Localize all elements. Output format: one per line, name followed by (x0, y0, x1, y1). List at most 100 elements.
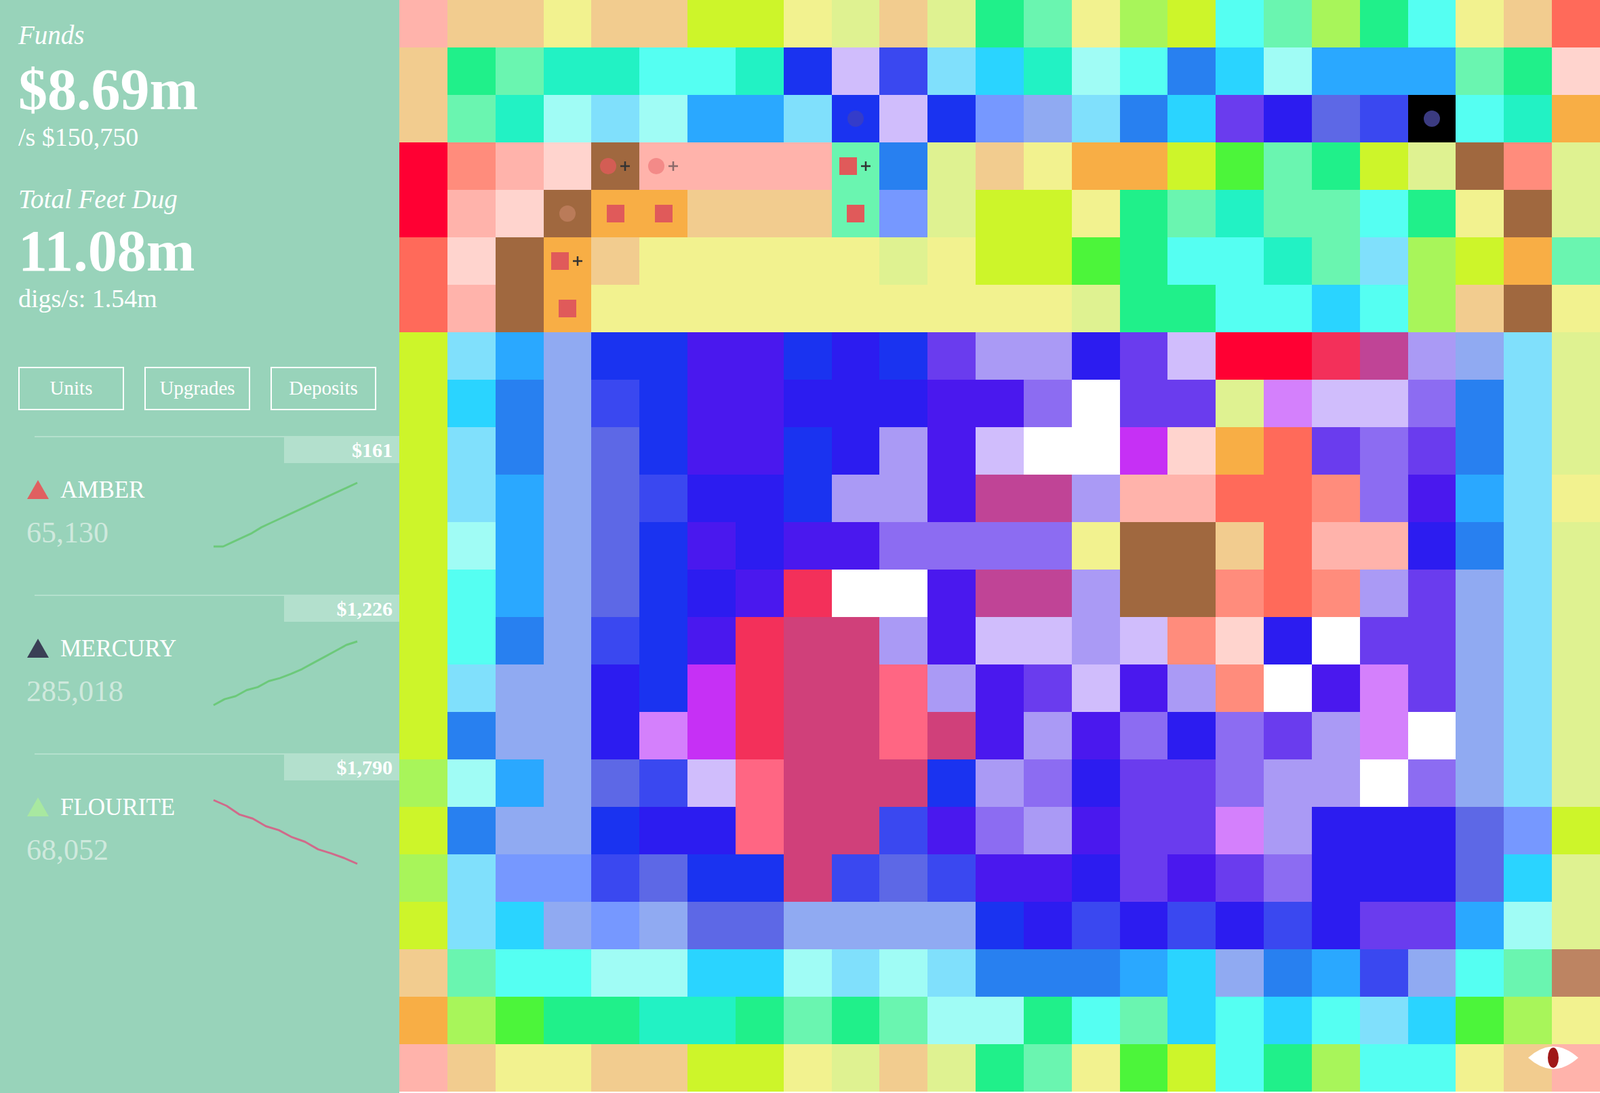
map-tile[interactable] (1120, 0, 1169, 48)
unit-dot[interactable] (600, 157, 617, 175)
map-tile[interactable] (1503, 379, 1552, 428)
map-tile[interactable] (591, 94, 640, 143)
map-tile[interactable] (879, 0, 928, 48)
map-tile[interactable] (1551, 189, 1600, 238)
map-tile[interactable] (1120, 616, 1169, 665)
map-tile[interactable] (1215, 664, 1264, 712)
map-tile[interactable] (591, 854, 640, 902)
map-tile[interactable] (1071, 427, 1120, 475)
map-tile[interactable] (1311, 1044, 1360, 1092)
map-tile[interactable] (1071, 0, 1120, 48)
map-tile[interactable] (1071, 806, 1120, 855)
map-tile[interactable] (639, 284, 688, 333)
map-tile[interactable] (639, 759, 688, 807)
map-tile[interactable] (495, 996, 544, 1045)
map-tile[interactable] (1023, 901, 1072, 950)
map-tile[interactable] (1408, 474, 1457, 523)
map-tile[interactable] (1215, 0, 1264, 48)
unit-dot[interactable] (1423, 110, 1440, 127)
map-tile[interactable] (1408, 949, 1457, 997)
map-tile[interactable] (879, 474, 928, 523)
map-tile[interactable] (399, 427, 448, 475)
map-tile[interactable] (1408, 142, 1457, 190)
map-tile[interactable] (1120, 522, 1169, 570)
map-tile[interactable] (1263, 569, 1312, 617)
map-tile[interactable] (1408, 806, 1457, 855)
map-tile[interactable] (1023, 996, 1072, 1045)
map-tile[interactable] (1551, 237, 1600, 285)
map-tile[interactable] (399, 901, 448, 950)
map-tile[interactable] (1120, 189, 1169, 238)
map-tile[interactable] (1360, 474, 1409, 523)
map-tile[interactable] (1023, 711, 1072, 760)
map-tile[interactable] (639, 427, 688, 475)
map-tile[interactable] (1023, 806, 1072, 855)
map-tile[interactable] (1360, 949, 1409, 997)
map-tile[interactable] (1360, 569, 1409, 617)
map-tile[interactable] (1503, 189, 1552, 238)
map-tile[interactable] (927, 949, 976, 997)
map-tile[interactable] (447, 237, 496, 285)
map-tile[interactable] (639, 474, 688, 523)
map-tile[interactable] (1263, 189, 1312, 238)
map-tile[interactable] (1023, 474, 1072, 523)
map-tile[interactable] (687, 616, 736, 665)
map-tile[interactable] (735, 142, 784, 190)
map-tile[interactable] (447, 94, 496, 143)
map-tile[interactable] (1311, 854, 1360, 902)
map-tile[interactable] (639, 569, 688, 617)
map-tile[interactable] (591, 996, 640, 1045)
map-tile[interactable] (1071, 1044, 1120, 1092)
map-tile[interactable] (1263, 379, 1312, 428)
map-tile[interactable] (639, 237, 688, 285)
map-tile[interactable] (1360, 759, 1409, 807)
resource[interactable]: $1,790FLOURITE68,052 (0, 753, 400, 912)
map-tile[interactable] (447, 0, 496, 48)
map-tile[interactable] (1360, 47, 1409, 95)
map-tile[interactable] (1455, 759, 1504, 807)
map-tile[interactable] (975, 569, 1024, 617)
map-tile[interactable] (975, 901, 1024, 950)
map-tile[interactable] (879, 949, 928, 997)
map-tile[interactable] (495, 711, 544, 760)
map-tile[interactable] (1263, 854, 1312, 902)
map-tile[interactable] (927, 189, 976, 238)
unit-dot[interactable] (648, 157, 665, 175)
map-tile[interactable] (639, 522, 688, 570)
map-tile[interactable] (639, 949, 688, 997)
map-tile[interactable] (1551, 949, 1600, 997)
map-tile[interactable] (1455, 284, 1504, 333)
map-tile[interactable] (831, 332, 880, 380)
map-tile[interactable] (1120, 142, 1169, 190)
map-tile[interactable] (927, 47, 976, 95)
map-tile[interactable] (1071, 616, 1120, 665)
map-tile[interactable] (399, 189, 448, 238)
map-tile[interactable] (1167, 901, 1216, 950)
map-tile[interactable] (1167, 379, 1216, 428)
map-tile[interactable] (879, 332, 928, 380)
map-tile[interactable] (447, 901, 496, 950)
map-tile[interactable] (975, 474, 1024, 523)
map-tile[interactable] (975, 332, 1024, 380)
map-tile[interactable] (879, 664, 928, 712)
map-tile[interactable] (927, 854, 976, 902)
map-tile[interactable] (831, 284, 880, 333)
map-tile[interactable] (1503, 284, 1552, 333)
map-tile[interactable] (1408, 854, 1457, 902)
map-tile[interactable] (735, 379, 784, 428)
map-tile[interactable] (1503, 142, 1552, 190)
map-tile[interactable] (1311, 427, 1360, 475)
map-tile[interactable] (543, 996, 592, 1045)
map-tile[interactable] (879, 616, 928, 665)
map-tile[interactable] (1360, 189, 1409, 238)
map-tile[interactable] (1551, 806, 1600, 855)
map-tile[interactable] (783, 427, 832, 475)
map-tile[interactable] (1023, 427, 1072, 475)
map-tile[interactable] (1551, 94, 1600, 143)
map-tile[interactable] (447, 332, 496, 380)
map-tile[interactable] (1503, 759, 1552, 807)
map-tile[interactable] (687, 474, 736, 523)
map-tile[interactable] (975, 142, 1024, 190)
map-tile[interactable] (639, 189, 688, 238)
map-tile[interactable] (1071, 237, 1120, 285)
